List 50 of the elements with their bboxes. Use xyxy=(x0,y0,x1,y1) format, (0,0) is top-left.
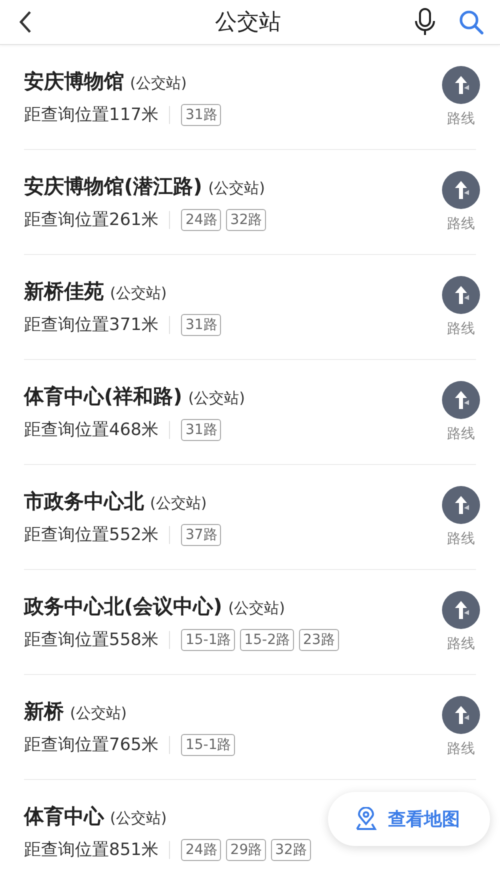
distance-text: 距查询位置552米 xyxy=(24,524,158,546)
station-type: (公交站) xyxy=(150,494,207,513)
route-label[interactable]: 路线 xyxy=(447,110,475,128)
station-name[interactable]: 新桥佳苑 xyxy=(24,278,104,305)
distance-text: 距查询位置851米 xyxy=(24,839,158,861)
station-type: (公交站) xyxy=(110,284,167,303)
bus-line-tag: 31路 xyxy=(181,104,222,126)
distance-text: 距查询位置371米 xyxy=(24,314,158,336)
bus-line-tag: 24路 xyxy=(181,208,222,230)
distance-text: 距查询位置468米 xyxy=(24,419,158,441)
route-label[interactable]: 路线 xyxy=(447,425,475,443)
station-type: (公交站) xyxy=(188,389,245,408)
station-type: (公交站) xyxy=(110,809,167,828)
station-type: (公交站) xyxy=(70,704,127,723)
microphone-icon[interactable] xyxy=(414,8,436,36)
distance-text: 距查询位置765米 xyxy=(24,734,158,756)
bus-line-tag: 31路 xyxy=(181,418,222,440)
bus-line-tag: 15-1路 xyxy=(181,628,236,650)
station-name[interactable]: 政务中心北(会议中心) xyxy=(24,593,222,620)
bus-line-tag: 37路 xyxy=(181,524,222,546)
station-name[interactable]: 体育中心 xyxy=(24,803,104,830)
route-label[interactable]: 路线 xyxy=(447,635,475,653)
page-title: 公交站 xyxy=(214,9,282,37)
distance-text: 距查询位置117米 xyxy=(24,104,158,126)
bus-line-tag: 31路 xyxy=(181,314,222,336)
location-pin-icon xyxy=(354,807,378,831)
station-name[interactable]: 新桥 xyxy=(24,698,64,725)
route-label[interactable]: 路线 xyxy=(447,530,475,548)
station-name[interactable]: 市政务中心北 xyxy=(24,488,144,515)
station-type: (公交站) xyxy=(208,179,265,198)
distance-text: 距查询位置261米 xyxy=(24,209,158,231)
station-type: (公交站) xyxy=(228,599,285,618)
station-name[interactable]: 体育中心(祥和路) xyxy=(24,383,182,410)
route-label[interactable]: 路线 xyxy=(447,320,475,338)
bus-line-tag: 32路 xyxy=(226,208,266,230)
route-label[interactable]: 路线 xyxy=(447,740,475,758)
bus-line-tag: 15-2路 xyxy=(240,628,294,650)
bus-line-tag: 29路 xyxy=(226,838,266,860)
search-icon[interactable] xyxy=(458,9,484,35)
station-name[interactable]: 安庆博物馆(潜江路) xyxy=(24,173,202,200)
back-icon[interactable] xyxy=(18,10,32,34)
bus-line-tag: 23路 xyxy=(299,628,339,650)
view-map-button[interactable]: 查看地图 xyxy=(328,792,490,846)
bus-line-tag: 32路 xyxy=(271,838,311,860)
station-type: (公交站) xyxy=(130,74,187,93)
distance-text: 距查询位置558米 xyxy=(24,629,158,651)
route-label[interactable]: 路线 xyxy=(447,215,475,233)
bus-line-tag: 24路 xyxy=(181,838,222,860)
station-name[interactable]: 安庆博物馆 xyxy=(24,68,124,95)
bus-line-tag: 15-1路 xyxy=(181,734,236,756)
